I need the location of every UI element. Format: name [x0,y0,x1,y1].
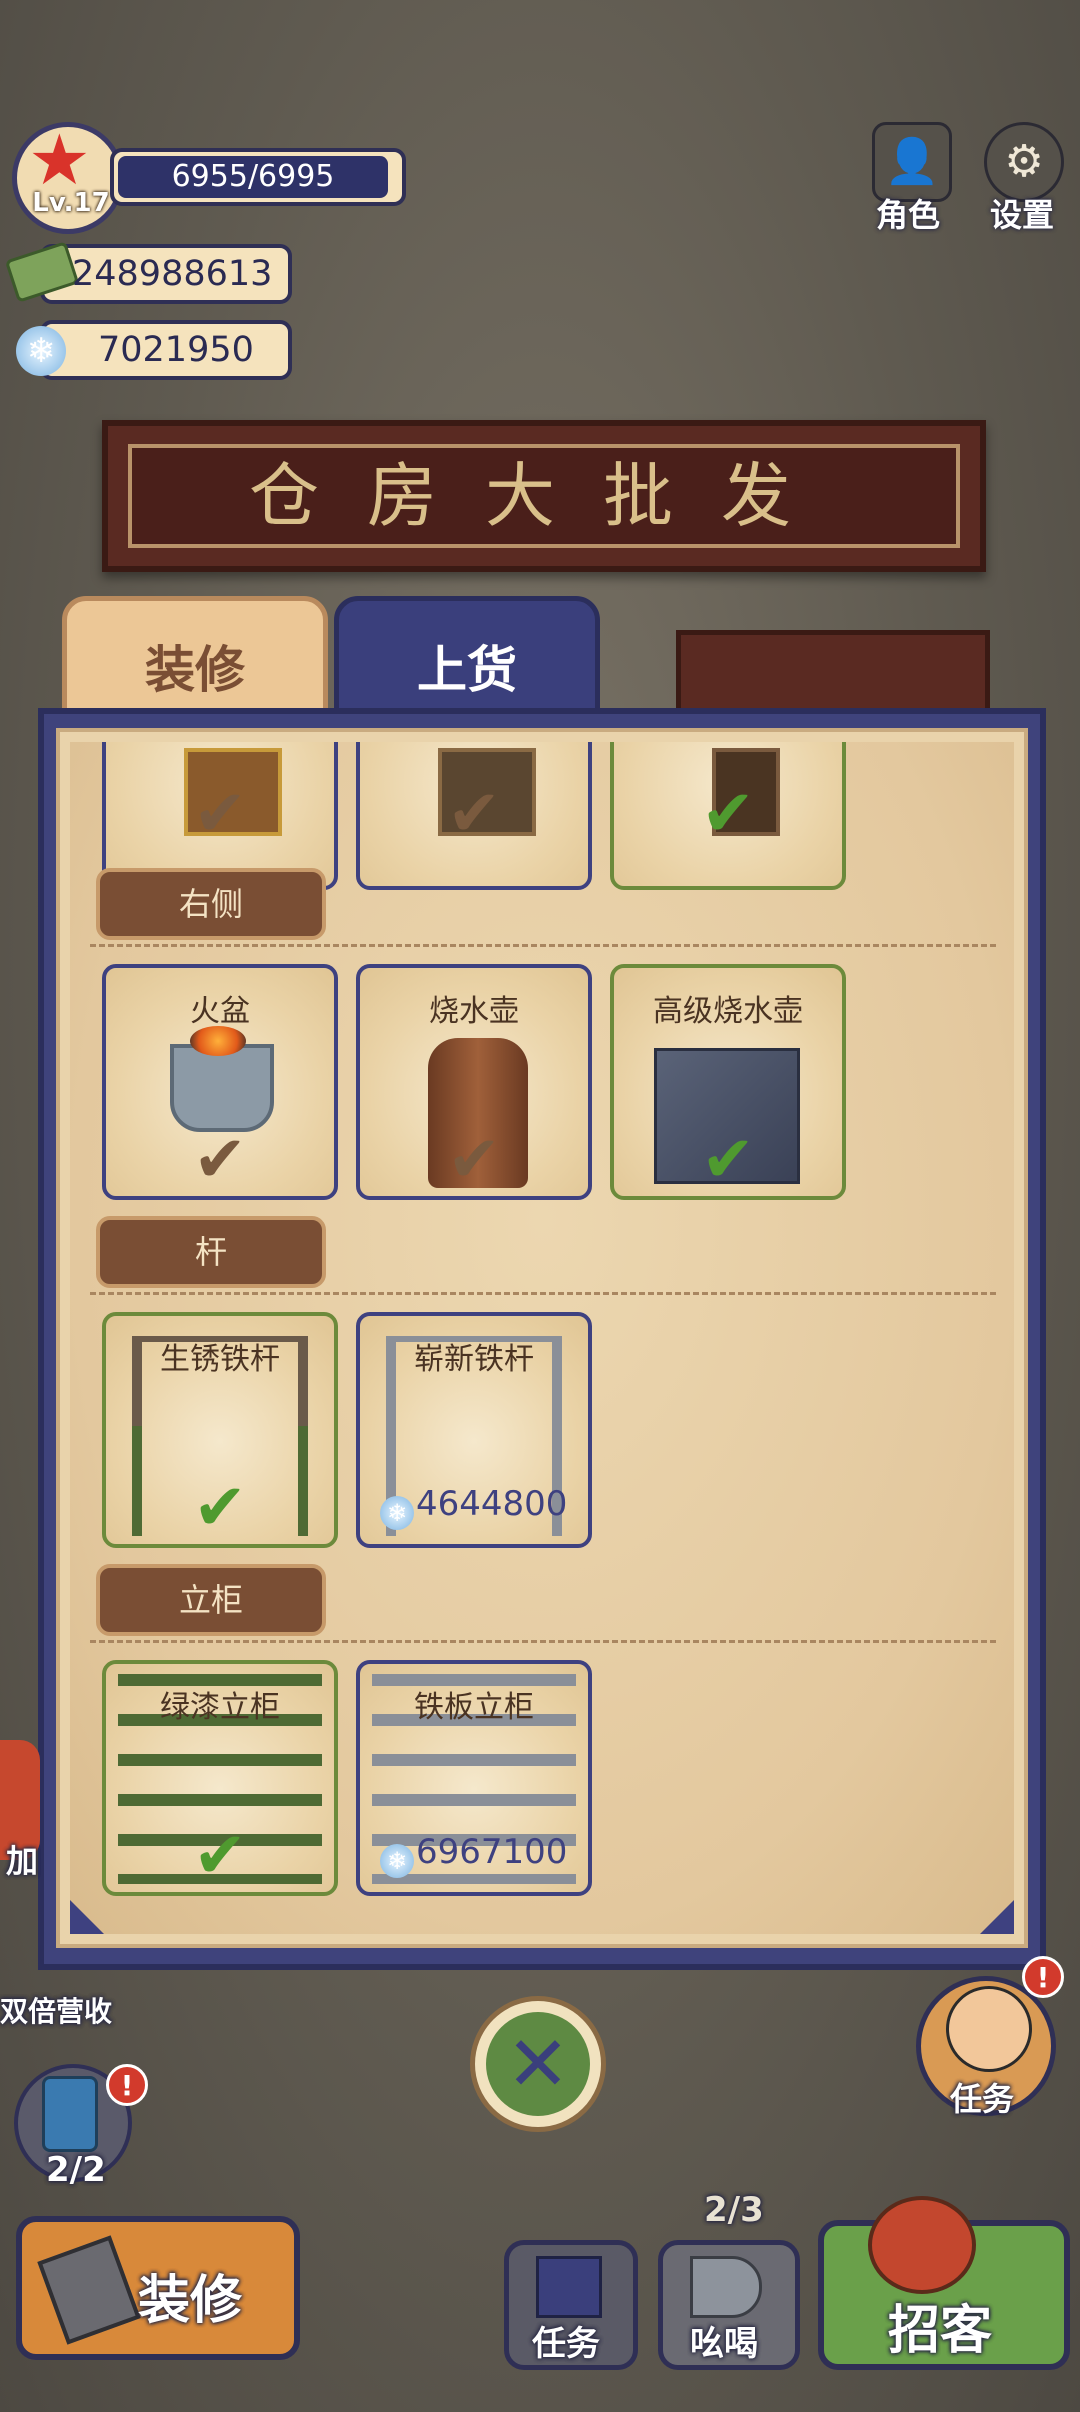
gem-icon: ❄ [380,1496,414,1530]
item-card[interactable]: 火盆 ✔ [102,964,338,1200]
section-divider [90,1640,996,1643]
check-icon: ✔ [701,1123,755,1197]
fire-basin-icon [170,1044,274,1132]
alert-badge: ! [1022,1956,1064,1998]
star-icon: ★ [28,119,91,201]
item-card[interactable]: 烧水壶 ✔ [356,964,592,1200]
corner-deco [70,1900,104,1934]
settings-label: 设置 [990,196,1055,234]
npc-face-icon [946,1986,1032,2072]
check-icon: ✔ [447,777,501,851]
person-icon: 👤 [884,136,940,187]
section-divider [90,1292,996,1295]
alert-badge: ! [106,2064,148,2106]
item-card-selected[interactable]: 高级烧水壶 ✔ [610,964,846,1200]
price-value: 6967100 [416,1832,568,1872]
price-tag: ❄ 4644800 [380,1484,567,1530]
item-card-selected[interactable]: 绿漆立柜 ✔ [102,1660,338,1896]
check-icon: ✔ [193,777,247,851]
check-icon: ✔ [447,1123,501,1197]
gear-icon: ⚙ [1004,136,1044,187]
shout-button-label: 吆喝 [690,2324,758,2364]
pole-bar [132,1336,308,1342]
section-tag-cabinet: 立柜 [96,1564,326,1636]
item-name: 绿漆立柜 [160,1690,280,1725]
tab-decorate-label: 装修 [145,641,245,699]
energy-text: 6955/6995 [171,159,335,194]
recruit-button-label: 招客 [888,2301,993,2361]
fire-icon [190,1026,246,1056]
item-card[interactable]: 铁板立柜 ❄ 6967100 [356,1660,592,1896]
role-label: 角色 [876,196,941,234]
decorate-button-label: 装修 [138,2271,243,2331]
check-icon: ✔ [193,1819,247,1893]
item-card-selected[interactable]: ✔ [610,742,846,890]
pole-bar [386,1336,562,1342]
close-icon: ✕ [486,2012,590,2116]
shout-counter: 2/3 [704,2190,764,2230]
section-tag-pole: 杆 [96,1216,326,1288]
item-name: 高级烧水壶 [653,994,803,1029]
item-card-selected[interactable]: 生锈铁杆 ✔ [102,1312,338,1548]
task-button-label: 任务 [532,2324,600,2364]
check-icon: ✔ [701,777,755,851]
cash-value: 248988613 [72,254,273,294]
item-name: 铁板立柜 [414,1690,534,1725]
section-tag-right: 右侧 [96,868,326,940]
price-value: 4644800 [416,1484,568,1524]
device-icon [42,2076,98,2152]
drum-icon [868,2196,976,2294]
megaphone-icon [690,2256,762,2318]
item-card[interactable]: 崭新铁杆 ❄ 4644800 [356,1312,592,1548]
item-name: 火盆 [190,994,250,1029]
item-card[interactable]: ✔ [356,742,592,890]
gem-icon: ❄ [380,1844,414,1878]
check-icon: ✔ [193,1471,247,1545]
device-counter: 2/2 [46,2150,106,2190]
check-icon: ✔ [193,1123,247,1197]
level-text: Lv.17 [32,188,110,218]
npc-task-label: 任务 [950,2080,1015,2118]
double-income-label[interactable]: 双倍营收 [0,1990,112,2030]
checklist-icon [536,2256,602,2318]
item-name: 烧水壶 [429,994,519,1029]
corner-deco [980,1900,1014,1934]
section-divider [90,944,996,947]
tab-stock-label: 上货 [417,641,517,699]
double-short-label: 加 [6,1842,39,1880]
price-tag: ❄ 6967100 [380,1832,567,1878]
gem-icon: ❄ [16,326,66,376]
shop-sign-title: 仓房大批发 [249,455,839,537]
gem-value: 7021950 [98,330,254,370]
item-list[interactable]: ✔ ✔ ✔ 右侧 火盆 ✔ 烧水壶 ✔ 高级烧水壶 ✔ 杆 生锈铁杆 ✔ 崭新铁… [70,742,1014,1934]
